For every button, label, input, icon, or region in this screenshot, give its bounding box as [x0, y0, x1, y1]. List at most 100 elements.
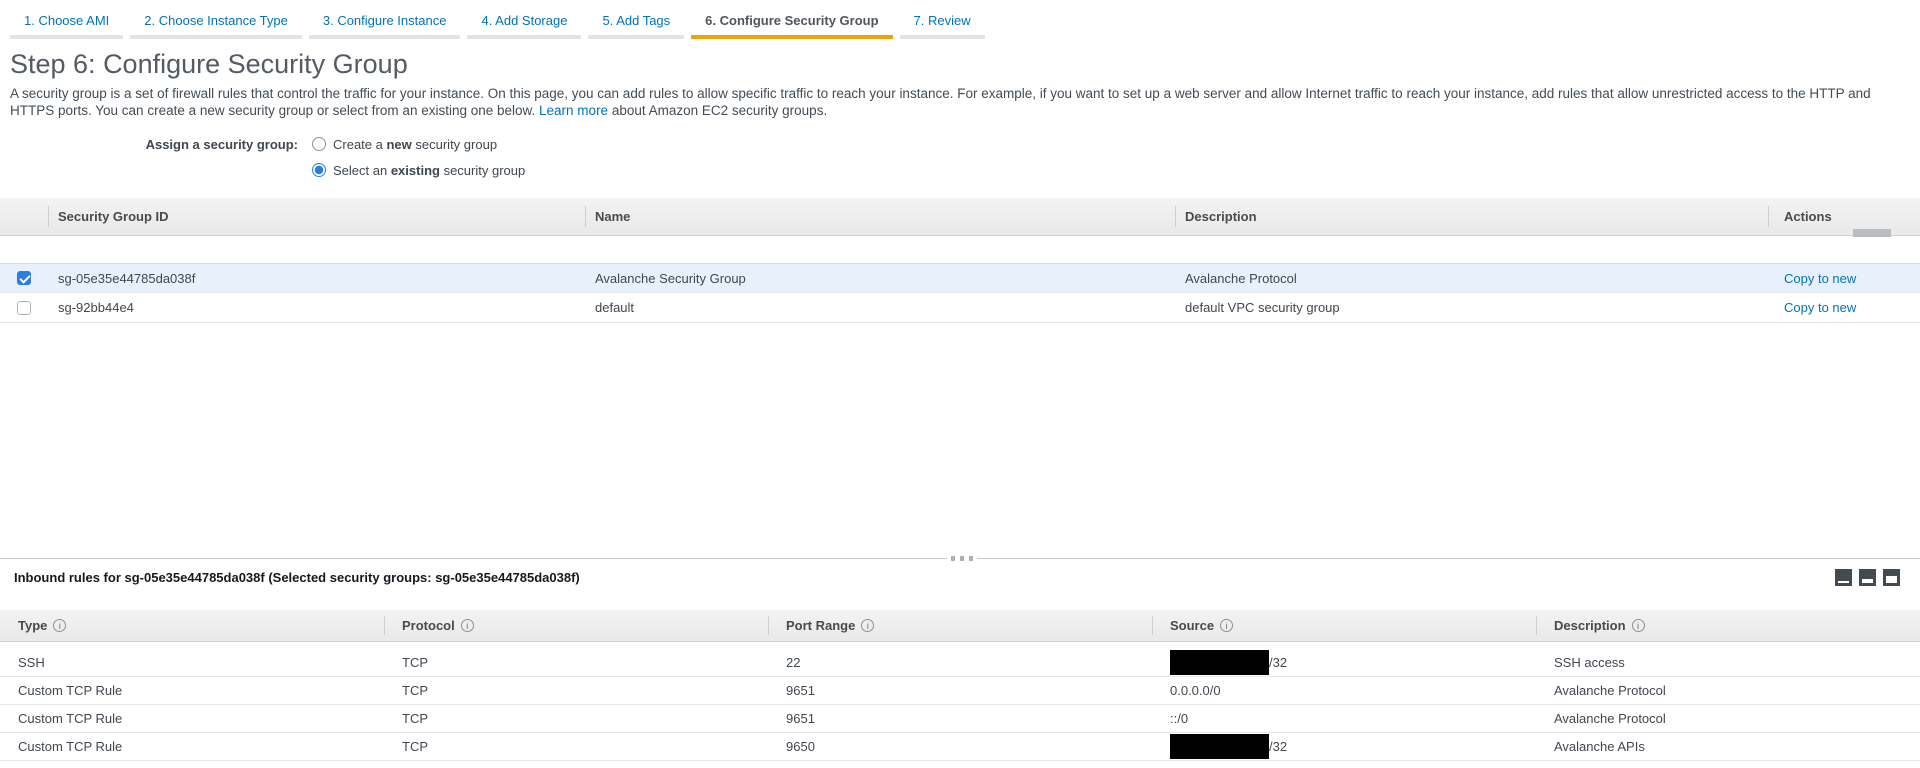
empty-space [0, 323, 1920, 558]
inbound-rule-row: Custom TCP Rule TCP 9651 ::/0 Avalanche … [0, 705, 1920, 733]
tab-add-tags[interactable]: 5. Add Tags [588, 10, 684, 39]
cell-port-range: 9650 [768, 739, 1152, 754]
col-header-source: Sourcei [1152, 610, 1536, 641]
radio-select-existing-label: Select an existing security group [333, 163, 525, 178]
intro-paragraph: A security group is a set of firewall ru… [10, 85, 1906, 119]
cell-port-range: 22 [768, 655, 1152, 670]
expanded-view-icon[interactable] [1883, 569, 1900, 586]
cell-source: ::/0 [1152, 711, 1536, 726]
resize-handle[interactable] [947, 556, 977, 561]
tab-configure-security-group[interactable]: 6. Configure Security Group [691, 10, 892, 39]
cell-description: Avalanche Protocol [1175, 271, 1768, 286]
col-header-actions: Actions [1768, 198, 1920, 235]
inbound-rules-table-body: SSH TCP 22 /32 SSH access Custom TCP Rul… [0, 649, 1920, 761]
inbound-rule-row: SSH TCP 22 /32 SSH access [0, 649, 1920, 677]
assign-row-create-new: Assign a security group: Create a new se… [0, 131, 1920, 157]
view-toggle-group [1835, 569, 1900, 586]
cell-security-group-id: sg-05e35e44785da038f [48, 271, 585, 286]
redacted-ip-block [1170, 734, 1269, 759]
assign-label: Assign a security group: [0, 137, 306, 152]
cell-name: default [585, 300, 1175, 315]
info-icon[interactable]: i [1220, 619, 1233, 632]
cell-actions: Copy to new [1768, 300, 1920, 315]
row-checkbox-unchecked[interactable] [17, 301, 31, 315]
inbound-rules-table-header: Typei Protocoli Port Rangei Sourcei Desc… [0, 610, 1920, 642]
cell-name: Avalanche Security Group [585, 271, 1175, 286]
cell-description: Avalanche APIs [1536, 739, 1920, 754]
cell-description: SSH access [1536, 655, 1920, 670]
inbound-rules-header-bar: Inbound rules for sg-05e35e44785da038f (… [0, 559, 1920, 586]
col-header-description: Descriptioni [1536, 610, 1920, 641]
info-icon[interactable]: i [861, 619, 874, 632]
learn-more-link[interactable]: Learn more [539, 103, 608, 118]
cell-actions: Copy to new [1768, 271, 1920, 286]
cell-security-group-id: sg-92bb44e4 [48, 300, 585, 315]
tab-choose-instance-type[interactable]: 2. Choose Instance Type [130, 10, 302, 39]
assign-security-group-form: Assign a security group: Create a new se… [0, 131, 1920, 183]
source-suffix: /32 [1269, 655, 1287, 670]
col-header-port-range: Port Rangei [768, 610, 1152, 641]
info-icon[interactable]: i [53, 619, 66, 632]
info-icon[interactable]: i [461, 619, 474, 632]
security-group-table-header: Security Group ID Name Description Actio… [0, 198, 1920, 236]
cell-source: 0.0.0.0/0 [1152, 683, 1536, 698]
cell-description: default VPC security group [1175, 300, 1768, 315]
inbound-rule-row: Custom TCP Rule TCP 9651 0.0.0.0/0 Avala… [0, 677, 1920, 705]
radio-select-existing-pre: Select an [333, 163, 391, 178]
table-row-default-sg[interactable]: sg-92bb44e4 default default VPC security… [0, 293, 1920, 323]
radio-create-new-pre: Create a [333, 137, 386, 152]
tab-choose-ami[interactable]: 1. Choose AMI [10, 10, 123, 39]
radio-create-new-group[interactable] [312, 137, 326, 151]
col-header-name: Name [585, 198, 1175, 235]
redacted-ip-block [1170, 650, 1269, 675]
select-all-column [0, 198, 48, 235]
radio-create-new-bold: new [386, 137, 411, 152]
tab-review[interactable]: 7. Review [900, 10, 985, 39]
cell-protocol: TCP [384, 711, 768, 726]
intro-text-before: A security group is a set of firewall ru… [10, 86, 1871, 118]
radio-select-existing-group[interactable] [312, 163, 326, 177]
tab-configure-instance[interactable]: 3. Configure Instance [309, 10, 461, 39]
table-row-avalanche-sg[interactable]: sg-05e35e44785da038f Avalanche Security … [0, 263, 1920, 293]
cell-port-range: 9651 [768, 711, 1152, 726]
radio-create-new-label: Create a new security group [333, 137, 497, 152]
col-header-protocol: Protocoli [384, 610, 768, 641]
cell-type: SSH [0, 655, 384, 670]
cell-port-range: 9651 [768, 683, 1152, 698]
section-divider [0, 558, 1920, 559]
compact-view-icon[interactable] [1835, 569, 1852, 586]
checkbox-cell [0, 271, 48, 285]
cell-protocol: TCP [384, 655, 768, 670]
row-checkbox-checked[interactable] [17, 271, 31, 285]
page-title: Step 6: Configure Security Group [10, 49, 1920, 80]
inbound-rules-table: Typei Protocoli Port Rangei Sourcei Desc… [0, 610, 1920, 761]
cell-description: Avalanche Protocol [1536, 683, 1920, 698]
copy-to-new-link[interactable]: Copy to new [1784, 271, 1856, 286]
cell-description: Avalanche Protocol [1536, 711, 1920, 726]
tab-add-storage[interactable]: 4. Add Storage [467, 10, 581, 39]
medium-view-icon[interactable] [1859, 569, 1876, 586]
radio-select-existing-bold: existing [391, 163, 440, 178]
intro-text-after: about Amazon EC2 security groups. [608, 103, 827, 118]
col-header-description: Description [1175, 198, 1768, 235]
col-header-type: Typei [0, 610, 384, 641]
cell-type: Custom TCP Rule [0, 711, 384, 726]
cell-type: Custom TCP Rule [0, 739, 384, 754]
source-suffix: /32 [1269, 739, 1287, 754]
cell-protocol: TCP [384, 683, 768, 698]
cell-source: /32 [1152, 734, 1536, 759]
cell-type: Custom TCP Rule [0, 683, 384, 698]
info-icon[interactable]: i [1632, 619, 1645, 632]
cell-protocol: TCP [384, 739, 768, 754]
security-group-table: Security Group ID Name Description Actio… [0, 198, 1920, 323]
wizard-tabbar: 1. Choose AMI 2. Choose Instance Type 3.… [0, 0, 1920, 39]
checkbox-cell [0, 301, 48, 315]
inbound-rule-row: Custom TCP Rule TCP 9650 /32 Avalanche A… [0, 733, 1920, 761]
radio-create-new-post: security group [412, 137, 497, 152]
copy-to-new-link[interactable]: Copy to new [1784, 300, 1856, 315]
inbound-rules-title: Inbound rules for sg-05e35e44785da038f (… [14, 570, 580, 585]
scrollbar-thumb[interactable] [1853, 229, 1891, 237]
assign-row-select-existing: Select an existing security group [0, 157, 1920, 183]
cell-source: /32 [1152, 650, 1536, 675]
radio-select-existing-post: security group [440, 163, 525, 178]
